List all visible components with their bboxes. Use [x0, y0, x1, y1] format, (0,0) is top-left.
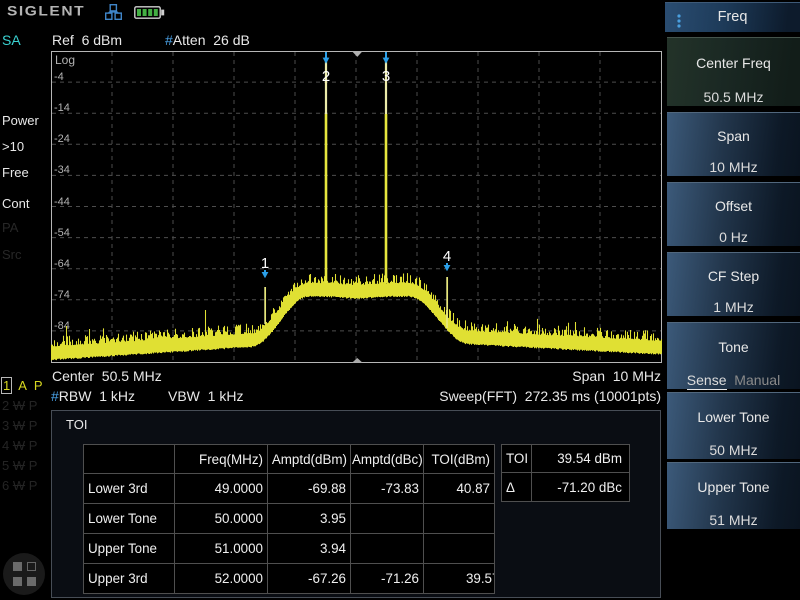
svg-text:-44: -44 [54, 196, 70, 208]
svg-text:-54: -54 [54, 227, 70, 239]
svg-text:-34: -34 [54, 164, 70, 176]
svg-text:2: 2 [322, 68, 330, 85]
svg-text:-24: -24 [54, 133, 70, 145]
svg-text:-74: -74 [54, 289, 70, 301]
svg-text:1: 1 [261, 255, 269, 272]
svg-text:4: 4 [443, 248, 451, 265]
svg-text:-4: -4 [54, 71, 64, 83]
svg-text:-14: -14 [54, 102, 70, 114]
svg-text:3: 3 [382, 68, 390, 85]
svg-text:-84: -84 [54, 320, 70, 332]
svg-text:Log: Log [55, 53, 75, 67]
svg-text:-64: -64 [54, 258, 70, 270]
